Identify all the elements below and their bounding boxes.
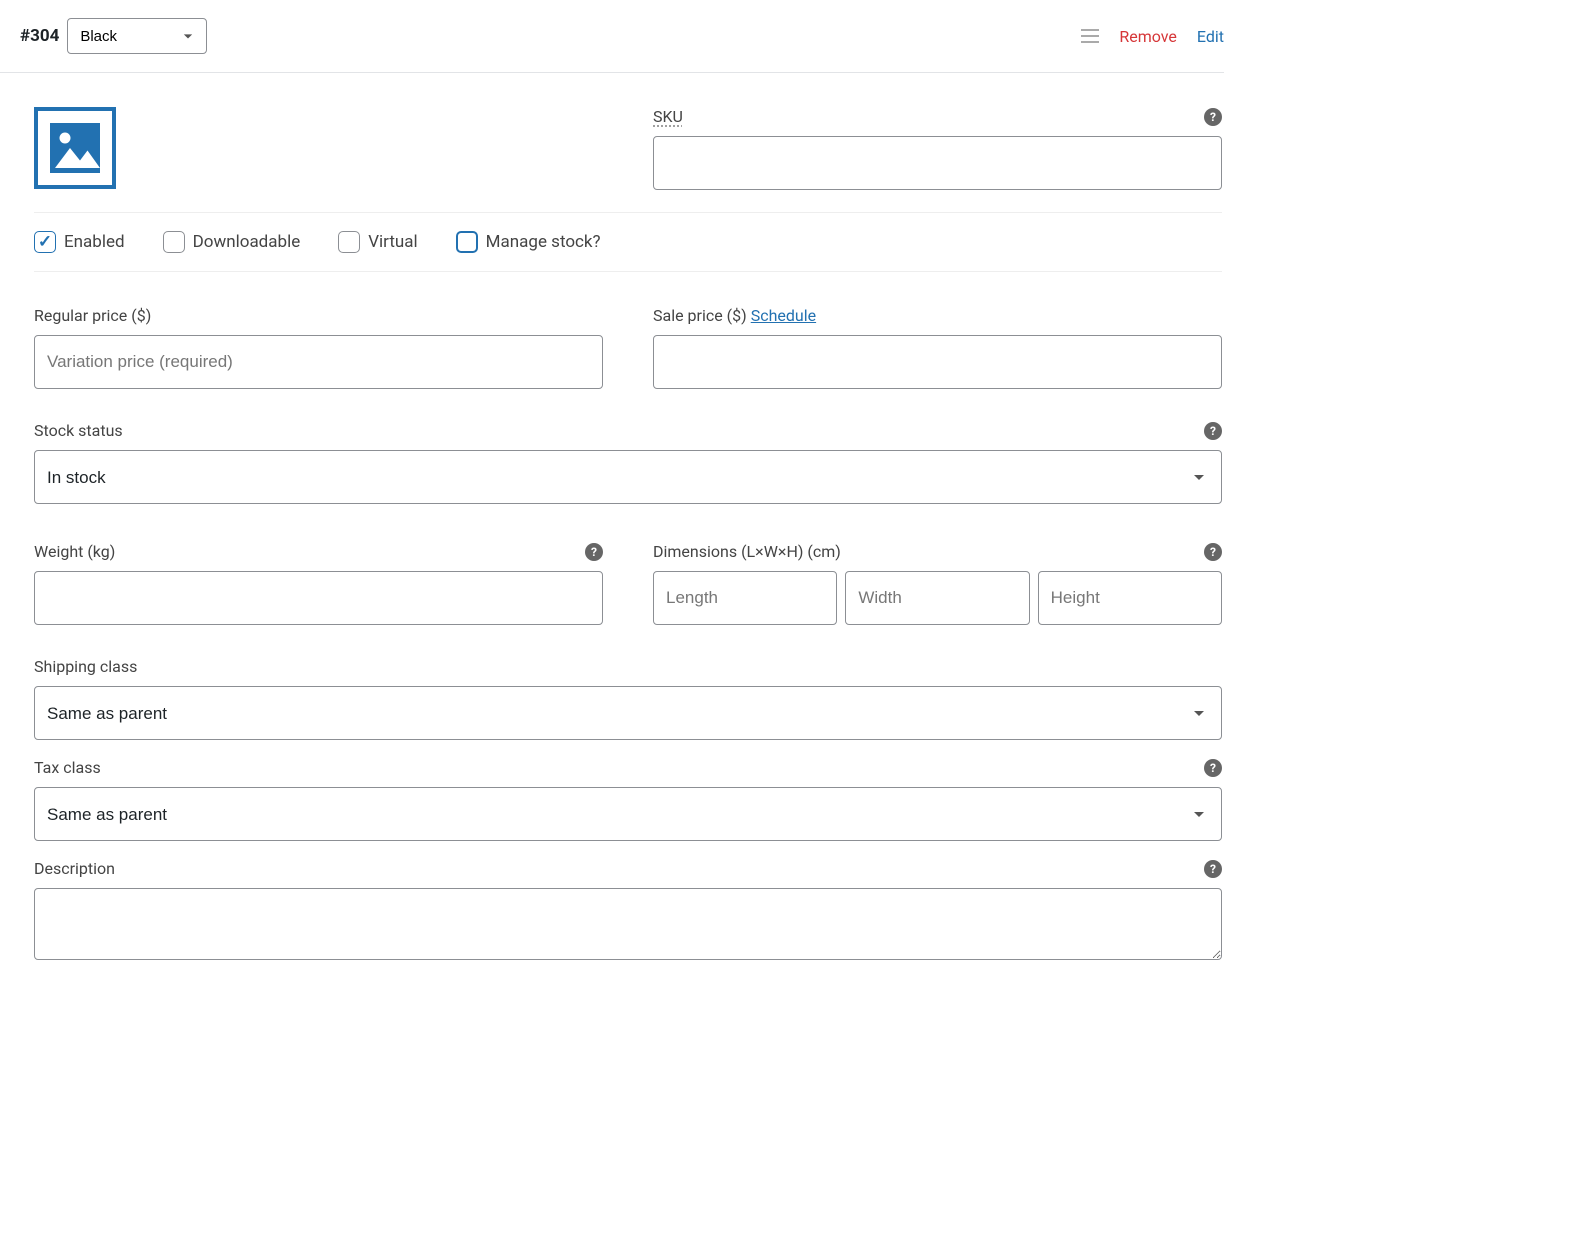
help-icon[interactable]: ? [1204, 759, 1222, 777]
enabled-checkbox[interactable]: Enabled [34, 231, 125, 253]
virtual-label: Virtual [368, 232, 417, 252]
shipping-class-label: Shipping class [34, 657, 137, 676]
manage-stock-label: Manage stock? [486, 232, 601, 252]
regular-price-label: Regular price ($) [34, 306, 151, 325]
weight-label: Weight (kg) [34, 542, 115, 561]
options-row: Enabled Downloadable Virtual Manage stoc… [34, 212, 1222, 272]
sku-label: SKU [653, 107, 683, 126]
weight-input[interactable] [34, 571, 603, 625]
remove-link[interactable]: Remove [1119, 27, 1177, 46]
regular-price-input[interactable] [34, 335, 603, 389]
shipping-class-select[interactable]: Same as parent [34, 686, 1222, 740]
tax-class-select[interactable]: Same as parent [34, 787, 1222, 841]
width-input[interactable] [845, 571, 1029, 625]
drag-handle-icon[interactable] [1081, 29, 1099, 43]
sale-price-input[interactable] [653, 335, 1222, 389]
help-icon[interactable]: ? [585, 543, 603, 561]
height-input[interactable] [1038, 571, 1222, 625]
attribute-select[interactable]: Black [67, 18, 207, 54]
image-placeholder-icon [45, 118, 105, 178]
help-icon[interactable]: ? [1204, 860, 1222, 878]
length-input[interactable] [653, 571, 837, 625]
description-textarea[interactable] [34, 888, 1222, 960]
virtual-checkbox[interactable]: Virtual [338, 231, 417, 253]
downloadable-label: Downloadable [193, 232, 301, 252]
edit-link[interactable]: Edit [1197, 27, 1224, 46]
tax-class-label: Tax class [34, 758, 101, 777]
variation-header: #304 Black Remove Edit [0, 0, 1224, 73]
help-icon[interactable]: ? [1204, 108, 1222, 126]
sku-input[interactable] [653, 136, 1222, 190]
enabled-label: Enabled [64, 232, 125, 252]
checkbox-icon [163, 231, 185, 253]
description-label: Description [34, 859, 115, 878]
variation-image-upload[interactable] [34, 107, 116, 189]
checkbox-icon [34, 231, 56, 253]
schedule-link[interactable]: Schedule [751, 306, 816, 325]
downloadable-checkbox[interactable]: Downloadable [163, 231, 301, 253]
help-icon[interactable]: ? [1204, 422, 1222, 440]
stock-status-select[interactable]: In stock [34, 450, 1222, 504]
variation-id: #304 [20, 26, 59, 46]
stock-status-label: Stock status [34, 421, 123, 440]
help-icon[interactable]: ? [1204, 543, 1222, 561]
manage-stock-checkbox[interactable]: Manage stock? [456, 231, 601, 253]
dimensions-label: Dimensions (L×W×H) (cm) [653, 542, 841, 561]
checkbox-icon [338, 231, 360, 253]
checkbox-icon [456, 231, 478, 253]
sale-price-label: Sale price ($) [653, 306, 747, 325]
